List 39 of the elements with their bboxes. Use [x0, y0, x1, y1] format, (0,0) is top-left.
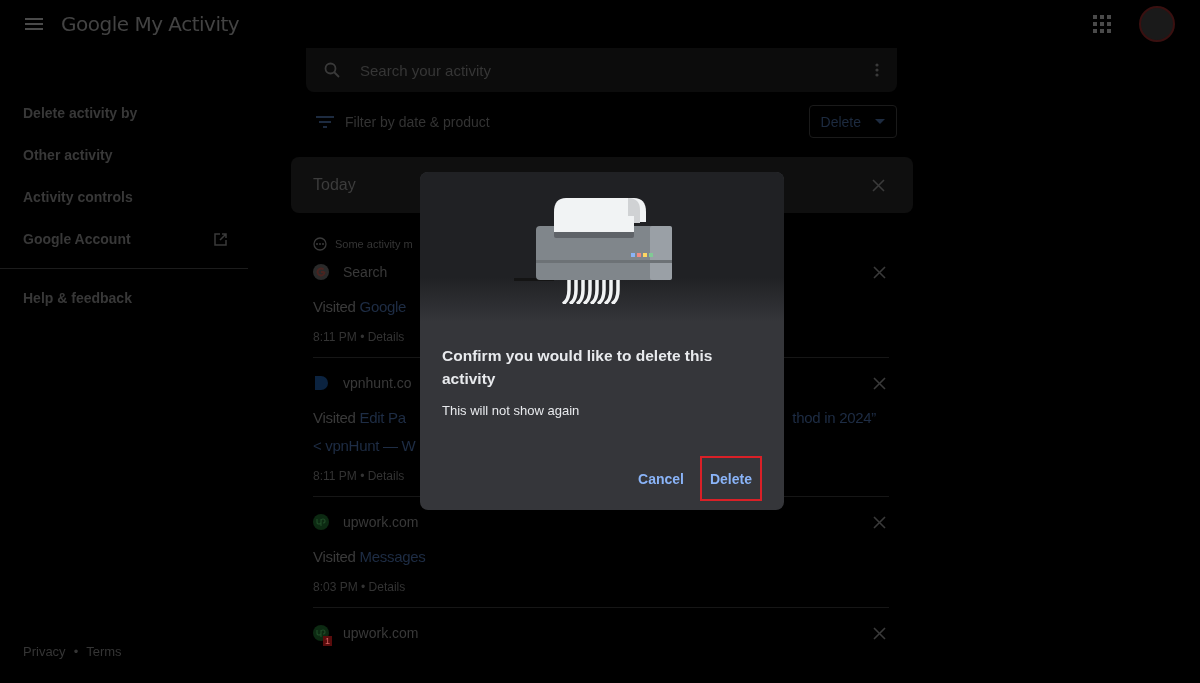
- more-circle-icon: [313, 237, 327, 251]
- avatar[interactable]: [1139, 6, 1175, 42]
- activity-title: < vpnHunt — W: [313, 436, 416, 456]
- caret-icon: [875, 119, 885, 124]
- external-link-icon: [214, 232, 227, 246]
- delete-dropdown[interactable]: Delete: [808, 105, 897, 138]
- search-icon: [324, 62, 340, 78]
- activity-title-link[interactable]: thod in 2024”: [792, 406, 876, 430]
- activity-title: Visited Edit Pa: [313, 408, 406, 428]
- site-favicon-icon: [313, 375, 329, 391]
- apps-grid-icon[interactable]: [1093, 15, 1111, 33]
- activity-title: Visited Messages: [313, 547, 426, 567]
- sidebar-item[interactable]: Help & feedback: [0, 277, 248, 319]
- sidebar-item[interactable]: Other activity: [0, 134, 248, 176]
- notification-badge: 1: [323, 636, 332, 646]
- cancel-button[interactable]: Cancel: [628, 456, 694, 501]
- google-logo-icon: [313, 264, 329, 280]
- dialog-title: Confirm you would like to delete this activity: [442, 346, 714, 389]
- activity-title: Visited Google: [313, 297, 407, 317]
- sidebar-item[interactable]: Delete activity by: [0, 92, 248, 134]
- delete-button[interactable]: Delete: [699, 456, 762, 501]
- upwork-favicon-icon: [313, 514, 329, 530]
- activity-source: vpnhunt.co: [343, 375, 412, 391]
- more-options-icon[interactable]: [875, 63, 879, 77]
- activity-source: upwork.com: [343, 514, 419, 530]
- filter-icon: [316, 115, 334, 128]
- dialog-message: This will not show again: [442, 403, 581, 418]
- close-icon[interactable]: [873, 626, 886, 640]
- activity-source: Search: [343, 264, 388, 280]
- close-icon[interactable]: [873, 515, 886, 529]
- app-title: Google My Activity: [61, 12, 240, 36]
- close-icon[interactable]: [873, 265, 886, 279]
- activity-source: upwork.com: [343, 625, 419, 641]
- sidebar-item[interactable]: Google Account: [0, 218, 248, 260]
- sidebar-item[interactable]: Activity controls: [0, 176, 248, 218]
- menu-icon[interactable]: [25, 18, 43, 30]
- separator-dot: •: [73, 644, 79, 659]
- close-icon[interactable]: [873, 376, 886, 390]
- close-icon[interactable]: [872, 178, 885, 192]
